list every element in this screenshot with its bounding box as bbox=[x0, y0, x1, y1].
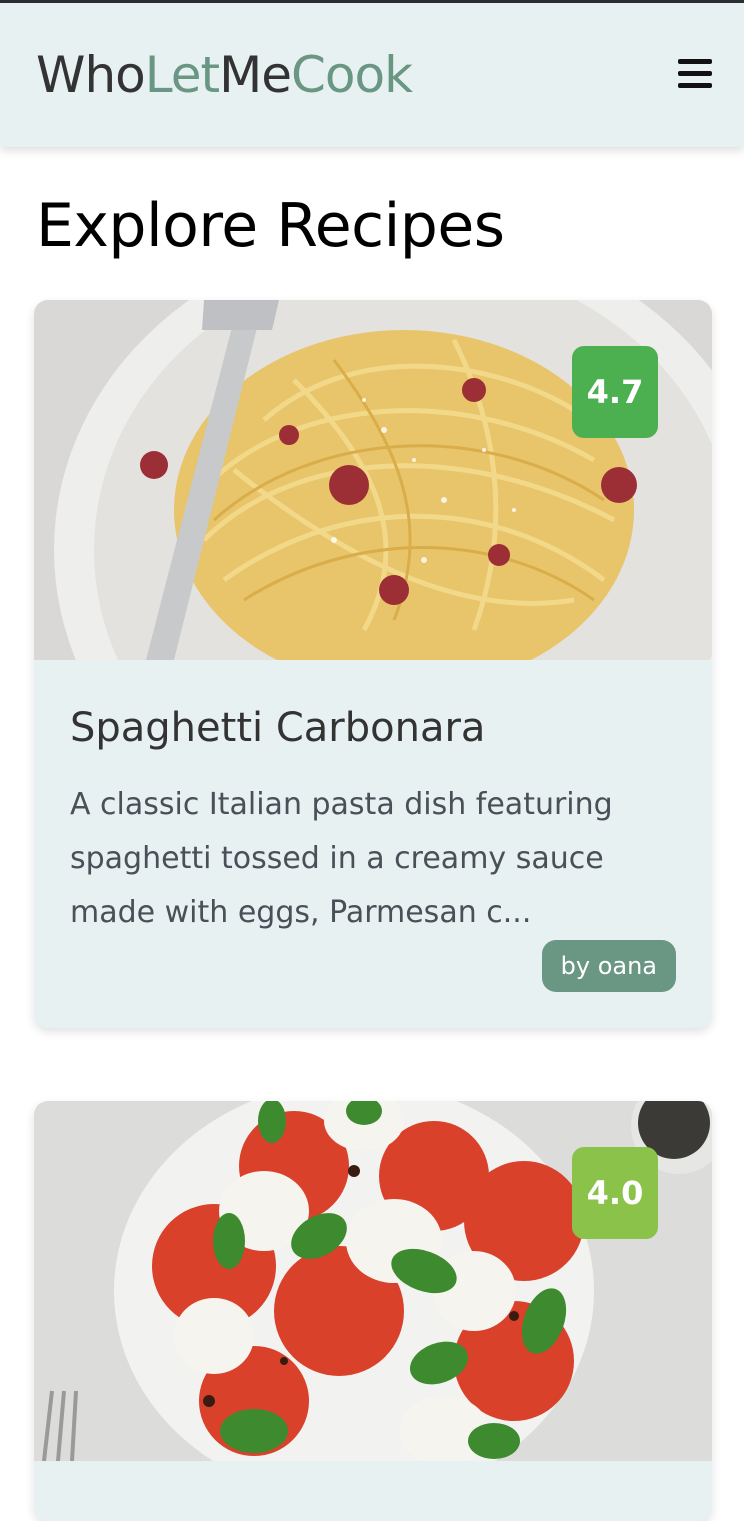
menu-bar bbox=[678, 71, 712, 76]
recipe-image[interactable]: 4.7 bbox=[34, 300, 712, 660]
recipe-image[interactable]: 4.0 bbox=[34, 1101, 712, 1461]
menu-bar bbox=[678, 83, 712, 88]
rating-badge: 4.7 bbox=[572, 346, 658, 438]
hamburger-menu-icon[interactable] bbox=[678, 59, 712, 93]
recipe-description: A classic Italian pasta dish featuring s… bbox=[70, 787, 613, 930]
logo-part-cook: Cook bbox=[290, 46, 413, 104]
logo-part-who: Who bbox=[36, 46, 146, 104]
recipe-title[interactable]: Spaghetti Carbonara bbox=[70, 700, 485, 756]
page-title: Explore Recipes bbox=[36, 191, 505, 261]
logo-part-me: Me bbox=[219, 46, 292, 104]
site-logo[interactable]: WhoLetMeCook bbox=[36, 45, 413, 105]
recipe-card[interactable]: 4.7 Spaghetti Carbonara A classic Italia… bbox=[34, 300, 712, 1028]
recipe-card[interactable]: 4.0 bbox=[34, 1101, 712, 1521]
menu-bar bbox=[678, 59, 712, 64]
author-badge[interactable]: by oana bbox=[541, 940, 676, 992]
logo-part-let: Let bbox=[144, 46, 220, 104]
rating-badge: 4.0 bbox=[572, 1147, 658, 1239]
site-header: WhoLetMeCook bbox=[0, 3, 744, 147]
